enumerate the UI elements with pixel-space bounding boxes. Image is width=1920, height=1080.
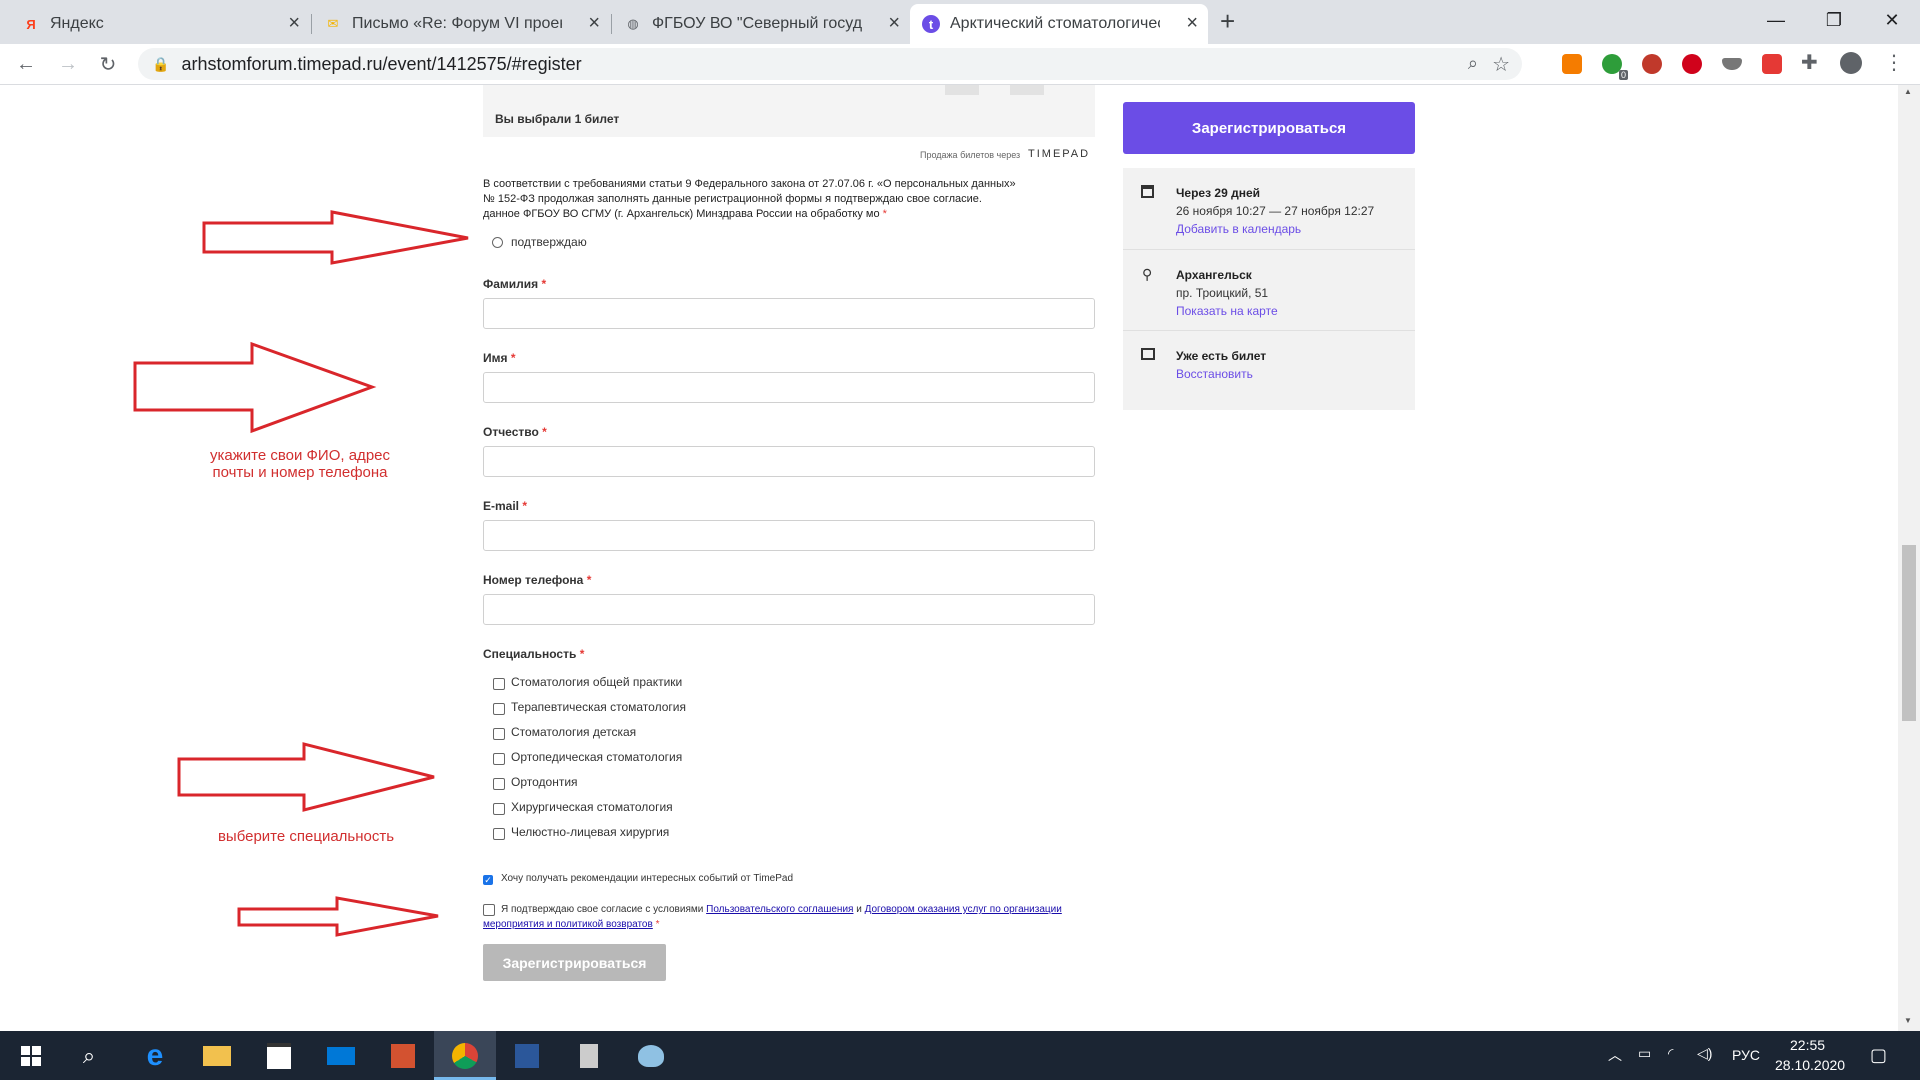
counter-button[interactable] xyxy=(945,85,979,95)
tab-title: Письмо «Re: Форум VI проект и xyxy=(352,15,562,32)
user-agreement-link[interactable]: Пользовательского соглашения xyxy=(706,904,853,915)
paint-icon[interactable] xyxy=(620,1031,682,1080)
extension-icon[interactable] xyxy=(1642,54,1662,74)
close-icon[interactable]: × xyxy=(588,13,600,33)
close-icon[interactable]: × xyxy=(288,13,300,33)
scroll-down-arrow-icon[interactable]: ▼ xyxy=(1904,1016,1912,1025)
address-bar[interactable]: 🔒 arhstomforum.timepad.ru/event/1412575/… xyxy=(138,48,1522,80)
calendar-icon xyxy=(1141,185,1154,198)
city-text: Архангельск xyxy=(1176,268,1252,282)
forward-icon[interactable]: → xyxy=(52,48,84,80)
yandex-icon: Я xyxy=(26,16,36,32)
calculator-icon[interactable] xyxy=(558,1031,620,1080)
add-calendar-link[interactable]: Добавить в календарь xyxy=(1176,222,1301,236)
zoom-icon[interactable]: ⌕ xyxy=(1468,53,1478,74)
tab-title: Арктический стоматологически xyxy=(950,15,1160,32)
specialty-hint: выберите специальность xyxy=(217,828,395,845)
lock-icon: 🔒 xyxy=(152,55,170,72)
battery-icon[interactable]: ▭ xyxy=(1638,1045,1651,1062)
restore-link[interactable]: Восстановить xyxy=(1176,367,1253,381)
mail-app-icon[interactable] xyxy=(310,1031,372,1080)
edge-icon[interactable]: e xyxy=(124,1031,186,1080)
chrome-taskbar-icon[interactable] xyxy=(434,1031,496,1080)
annotation-arrows xyxy=(133,210,469,937)
close-icon[interactable]: × xyxy=(888,13,900,33)
extension-badge: 0 xyxy=(1618,70,1628,80)
arrow-consent xyxy=(202,210,469,265)
fio-hint: укажите свои ФИО, адрес почты и номер те… xyxy=(209,447,390,481)
extension-icon[interactable] xyxy=(1722,58,1742,70)
timepad-icon: t xyxy=(922,15,940,33)
close-window-icon[interactable]: ✕ xyxy=(1864,0,1920,40)
bookmark-star-icon[interactable]: ☆ xyxy=(1492,52,1510,77)
search-icon[interactable]: ⌕ xyxy=(58,1031,120,1080)
url-text: arhstomforum.timepad.ru/event/1412575/#r… xyxy=(181,53,582,74)
register-button[interactable]: Зарегистрироваться xyxy=(1123,102,1415,154)
extension-icon[interactable] xyxy=(1682,54,1702,74)
back-icon[interactable]: ← xyxy=(10,48,42,80)
date-range: 26 ноября 10:27 — 27 ноября 12:27 xyxy=(1176,204,1375,218)
scroll-up-arrow-icon[interactable]: ▲ xyxy=(1904,87,1912,96)
extension-icon[interactable] xyxy=(1762,54,1782,74)
arrow-specialty xyxy=(177,742,435,812)
file-explorer-icon[interactable] xyxy=(186,1031,248,1080)
sold-via-text: Продажа билетов через xyxy=(920,150,1021,160)
language-indicator[interactable]: РУС xyxy=(1732,1047,1760,1063)
minimize-icon[interactable]: — xyxy=(1748,0,1804,40)
tray-chevron-icon[interactable]: ︿ xyxy=(1608,1045,1622,1065)
word-icon[interactable] xyxy=(496,1031,558,1080)
arrow-fio xyxy=(133,341,377,434)
extensions-puzzle-icon[interactable]: ✚ xyxy=(1801,50,1818,75)
location-row: ⚲ Архангельск пр. Троицкий, 51 Показать … xyxy=(1123,249,1415,331)
ticket-icon xyxy=(1141,348,1155,360)
globe-icon: ◍ xyxy=(627,16,639,31)
wifi-icon[interactable]: ◜ xyxy=(1668,1045,1673,1062)
event-info-card: Через 29 дней 26 ноября 10:27 — 27 ноябр… xyxy=(1123,168,1415,410)
tab-nsmu[interactable]: ◍ ФГБОУ ВО "Северный государс × xyxy=(612,4,910,44)
ticket-row: Уже есть билет Восстановить xyxy=(1123,330,1415,411)
clock-time[interactable]: 22:55 xyxy=(1790,1037,1825,1053)
tab-title: Яндекс xyxy=(50,15,104,32)
date-row: Через 29 дней 26 ноября 10:27 — 27 ноябр… xyxy=(1123,168,1415,249)
volume-icon[interactable]: ◁) xyxy=(1697,1045,1712,1062)
tab-mail[interactable]: ✉ Письмо «Re: Форум VI проект и × xyxy=(312,4,610,44)
menu-dots-icon[interactable]: ⋮ xyxy=(1884,50,1904,75)
restore-icon[interactable]: ❐ xyxy=(1806,0,1862,40)
scroll-thumb[interactable] xyxy=(1902,545,1916,721)
page-content: Вы выбрали 1 билет Продажа билетов через… xyxy=(0,85,1898,1031)
profile-avatar-icon[interactable] xyxy=(1840,52,1862,74)
show-map-link[interactable]: Показать на карте xyxy=(1176,304,1278,318)
clock-date[interactable]: 28.10.2020 xyxy=(1775,1057,1845,1073)
tab-timepad-active[interactable]: t Арктический стоматологически × xyxy=(910,4,1208,44)
close-icon[interactable]: × xyxy=(1186,13,1198,33)
arrow-agreement xyxy=(237,896,439,937)
new-tab-button[interactable]: + xyxy=(1220,6,1235,37)
date-title: Через 29 дней xyxy=(1176,186,1261,200)
tab-yandex[interactable]: Я Яндекс × xyxy=(10,4,310,44)
windows-start-icon[interactable] xyxy=(0,1031,62,1080)
powerpoint-icon[interactable] xyxy=(372,1031,434,1080)
mail-icon: ✉ xyxy=(327,16,339,31)
windows-taskbar: ⌕ e ︿ ▭ ◜ ◁) РУС 22:55 28.10.2020 ▢ xyxy=(0,1031,1920,1080)
ticket-title: Уже есть билет xyxy=(1176,349,1267,363)
browser-toolbar: ← → ↻ 🔒 arhstomforum.timepad.ru/event/14… xyxy=(0,44,1920,85)
location-pin-icon: ⚲ xyxy=(1142,266,1153,282)
timepad-logo: TIMEPAD xyxy=(1028,148,1091,160)
reload-icon[interactable]: ↻ xyxy=(92,48,124,80)
extension-icon[interactable] xyxy=(1562,54,1582,74)
tab-title: ФГБОУ ВО "Северный государс xyxy=(652,15,862,32)
tab-strip: Я Яндекс × ✉ Письмо «Re: Форум VI проект… xyxy=(0,0,1920,44)
page-scrollbar[interactable]: ▲ ▼ xyxy=(1898,85,1920,1031)
notifications-icon[interactable]: ▢ xyxy=(1870,1045,1887,1066)
extension-shield-icon[interactable]: 0 xyxy=(1602,54,1628,80)
counter-button[interactable] xyxy=(1010,85,1044,95)
address-text: пр. Троицкий, 51 xyxy=(1176,286,1269,300)
store-icon[interactable] xyxy=(248,1031,310,1080)
